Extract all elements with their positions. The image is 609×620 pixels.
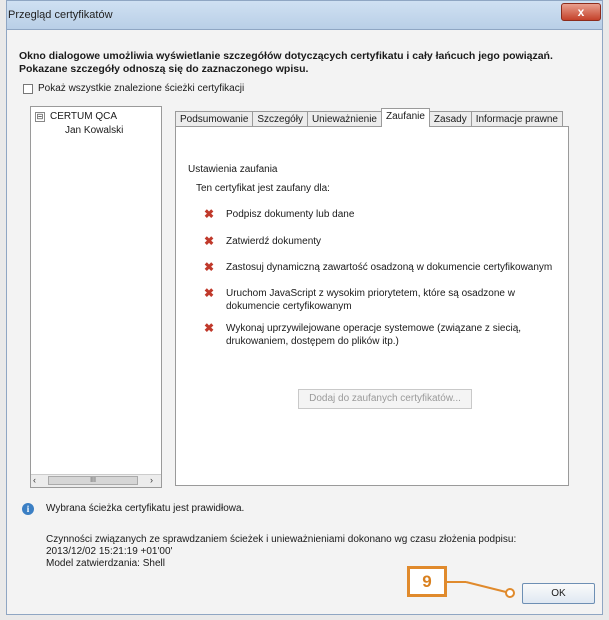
callout-leader-line [446, 581, 515, 598]
trust-item: ✖ Uruchom JavaScript z wysokim priorytet… [204, 287, 534, 313]
tab-zaufanie[interactable]: Zaufanie [381, 108, 430, 127]
tab-szczegoly[interactable]: Szczegóły [252, 111, 308, 127]
deny-x-icon: ✖ [204, 234, 215, 248]
collapse-icon[interactable]: ⊟ [35, 111, 45, 122]
trust-item: ✖ Zatwierdź dokumenty [204, 235, 560, 248]
trust-settings-title: Ustawienia zaufania [188, 164, 278, 175]
scroll-left-arrow-icon[interactable]: ‹ [33, 475, 36, 485]
deny-x-icon: ✖ [204, 286, 215, 300]
trust-item-label: Zatwierdź dokumenty [226, 236, 322, 247]
trusted-for-label: Ten certyfikat jest zaufany dla: [196, 183, 330, 194]
tree-item-certum-qca[interactable]: ⊟ CERTUM QCA [35, 111, 117, 122]
trust-item-label: Uruchom JavaScript z wysokim priorytetem… [226, 288, 515, 312]
tree-item-jan-kowalski[interactable]: Jan Kowalski [65, 125, 123, 136]
window-title: Przegląd certyfikatów [8, 9, 113, 21]
info-icon: i [22, 503, 34, 515]
tab-bar: Podsumowanie Szczegóły Unieważnienie Zau… [175, 108, 563, 127]
tab-podsumowanie[interactable]: Podsumowanie [175, 111, 254, 127]
scroll-right-arrow-icon[interactable]: › [150, 475, 153, 485]
certificate-tree[interactable] [30, 106, 162, 488]
show-all-paths-checkbox[interactable] [23, 83, 33, 94]
validation-info: Czynności związanych ze sprawdzaniem ści… [46, 534, 516, 570]
close-button[interactable]: x [561, 3, 601, 21]
trust-item: ✖ Podpisz dokumenty lub dane [204, 208, 560, 221]
trust-item-label: Zastosuj dynamiczną zawartość osadzoną w… [226, 262, 553, 273]
tab-zasady[interactable]: Zasady [428, 111, 472, 127]
tab-informacje-prawne[interactable]: Informacje prawne [470, 111, 563, 127]
show-all-paths-label: Pokaż wszystkie znalezione ścieżki certy… [38, 83, 245, 94]
trust-item: ✖ Wykonaj uprzywilejowane operacje syste… [204, 322, 544, 348]
step-number-callout: 9 [407, 566, 447, 597]
path-valid-message: Wybrana ścieżka certyfikatu jest prawidł… [46, 503, 245, 514]
deny-x-icon: ✖ [204, 207, 215, 221]
ok-button[interactable]: OK [522, 583, 595, 604]
trust-item-label: Wykonaj uprzywilejowane operacje systemo… [226, 323, 522, 347]
tree-item-label: CERTUM QCA [50, 111, 118, 122]
trust-item: ✖ Zastosuj dynamiczną zawartość osadzoną… [204, 261, 560, 274]
add-to-trusted-button[interactable]: Dodaj do zaufanych certyfikatów... [298, 389, 472, 409]
deny-x-icon: ✖ [204, 321, 215, 335]
signature-timestamp: 2013/12/02 15:21:19 +01'00' [46, 546, 173, 557]
trust-item-label: Podpisz dokumenty lub dane [226, 209, 355, 220]
validation-info-line: Czynności związanych ze sprawdzaniem ści… [46, 534, 517, 545]
deny-x-icon: ✖ [204, 260, 215, 274]
dialog-description: Okno dialogowe umożliwia wyświetlanie sz… [19, 50, 553, 75]
tab-uniewaznienie[interactable]: Unieważnienie [306, 111, 382, 127]
show-all-paths-row[interactable]: Pokaż wszystkie znalezione ścieżki certy… [23, 83, 244, 94]
scroll-thumb[interactable]: III [48, 476, 138, 485]
